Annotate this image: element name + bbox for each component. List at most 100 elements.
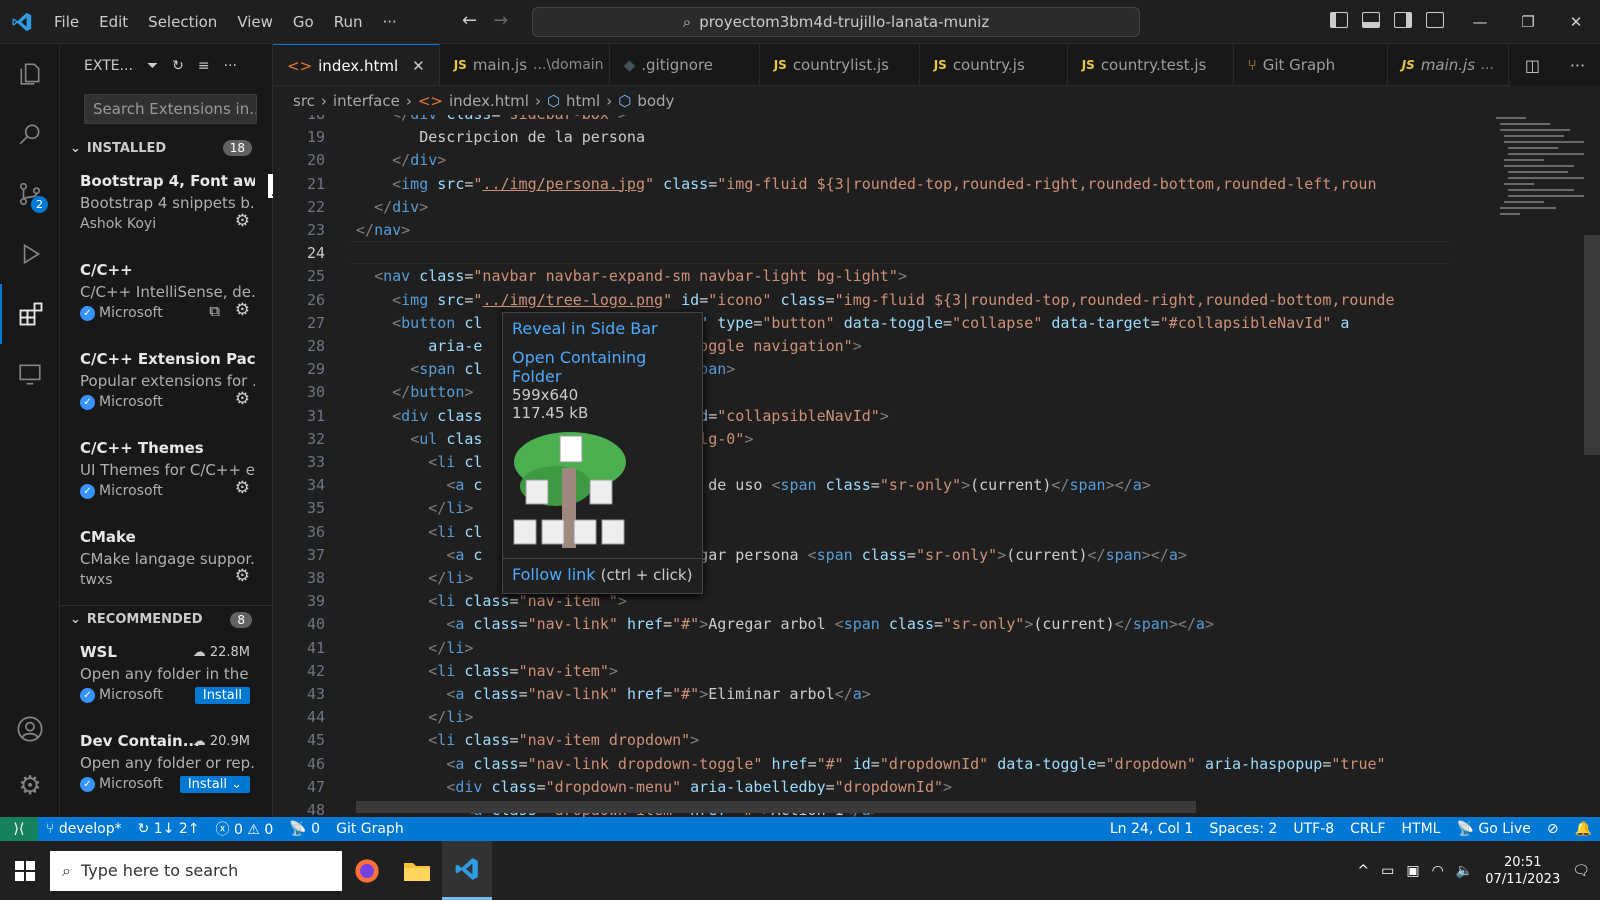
menu-run[interactable]: Run [324,13,373,31]
tab-label: Git Graph [1262,56,1336,74]
breadcrumb-item[interactable]: src [293,92,315,110]
tab-countrylist-js[interactable]: JS countrylist.js [760,44,920,85]
search-view-icon[interactable] [0,104,60,164]
manage-gear-icon[interactable]: ⚙ [235,300,250,320]
extension-item[interactable]: Bootstrap 4, Font aw... Bootstrap 4 snip… [60,162,272,251]
breadcrumb-item[interactable]: html [566,92,600,110]
tab-main-js[interactable]: JS main.js ...\domain [440,44,610,85]
menu-selection[interactable]: Selection [138,13,227,31]
extensions-icon[interactable] [0,284,60,344]
source-control-icon[interactable]: 2 [0,164,60,224]
command-center[interactable]: ⌕ proyectom3bm4d-trujillo-lanata-muniz [532,7,1140,37]
go-live-button[interactable]: 📡 Go Live [1448,821,1538,837]
refresh-icon[interactable]: ↻ [172,58,184,74]
extension-item[interactable]: Dev Contain... ☁ 20.9M Open any folder o… [60,722,272,811]
menu-go[interactable]: Go [283,13,324,31]
reveal-in-sidebar-link[interactable]: Reveal in Side Bar [512,319,693,338]
extension-item[interactable]: WSL ☁ 22.8M Open any folder in the ... ✓… [60,633,272,722]
tab-country-test-js[interactable]: JS country.test.js [1068,44,1234,85]
copilot-icon[interactable]: ⊘ [1539,821,1567,837]
vscode-taskbar-icon[interactable] [442,841,492,900]
tab-index-html[interactable]: <> index.html ✕ [273,44,440,85]
forward-arrow-icon[interactable]: → [493,10,508,31]
ports-status[interactable]: 📡 0 [281,821,328,837]
extension-item[interactable]: C/C++ Extension Pack Popular extensions … [60,340,272,429]
problems-status[interactable]: ⓧ 0 ⚠ 0 [208,819,282,839]
battery-icon[interactable]: ▭ [1381,863,1394,879]
manage-gear-icon[interactable]: ⚙ [235,211,250,231]
vertical-scrollbar[interactable] [1584,115,1600,833]
close-tab-icon[interactable]: ✕ [412,57,425,75]
explorer-icon[interactable] [0,44,60,104]
restore-icon[interactable]: ❐ [1504,0,1552,44]
wifi-icon[interactable]: ◠ [1432,863,1444,879]
install-button[interactable]: Install ⌄ [179,776,250,793]
split-editor-icon[interactable]: ◫ [1525,56,1540,75]
menu-view[interactable]: View [227,13,283,31]
remote-indicator-icon[interactable]: ⟩⟨ [0,817,38,841]
open-containing-folder-link[interactable]: Open Containing Folder [512,348,693,386]
more-actions-icon[interactable]: ··· [1570,56,1585,75]
line-number: 45 [306,731,325,750]
breadcrumb-item[interactable]: body [637,92,674,110]
remote-explorer-icon[interactable] [0,344,60,404]
extensions-search-input[interactable]: Search Extensions in... [84,94,257,124]
manage-gear-icon[interactable]: ⚙ [235,389,250,409]
install-button[interactable]: Install [194,687,250,704]
tab-git-graph[interactable]: ⑂ Git Graph [1234,44,1388,85]
windows-start-icon[interactable] [0,860,50,881]
toggle-panel-icon[interactable] [1362,12,1380,28]
more-actions-icon[interactable]: ··· [224,58,237,74]
file-explorer-icon[interactable] [392,841,442,900]
git-graph-status[interactable]: Git Graph [328,821,412,837]
tray-chevron-icon[interactable]: ^ [1357,863,1369,879]
line-number: 30 [306,383,325,402]
manage-gear-icon[interactable]: ⚙ [235,478,250,498]
code-editor[interactable]: 18 19 20 21 22 23 24 25 26 27 28 29 30 31 32 33 34 35 36 37… [273,115,1600,833]
notifications-bell-icon[interactable]: 🔔 [1567,821,1600,837]
eol-status[interactable]: CRLF [1342,821,1393,837]
tab-main-js-preview[interactable]: JS main.js ... [1388,44,1510,85]
branch-status[interactable]: ⑂ develop* [38,821,130,837]
tab-gitignore[interactable]: ◆ .gitignore [610,44,760,85]
recommended-section-header[interactable]: ⌄ RECOMMENDED 8 [60,605,272,633]
manage-gear-icon[interactable]: ⚙ [235,566,250,586]
cursor-position[interactable]: Ln 24, Col 1 [1102,821,1201,837]
filter-icon[interactable]: ⏷ [147,58,158,74]
language-mode[interactable]: HTML [1394,821,1449,837]
installed-section-header[interactable]: ⌄ INSTALLED 18 [60,134,272,162]
clock[interactable]: 20:51 07/11/2023 [1485,854,1560,888]
breadcrumb-item[interactable]: interface [333,92,400,110]
extension-item[interactable]: C/C++ C/C++ IntelliSense, de... ✓ Microso… [60,251,272,340]
toggle-primary-sidebar-icon[interactable] [1330,12,1348,28]
tab-country-js[interactable]: JS country.js [920,44,1068,85]
clear-icon[interactable]: ≡ [198,58,210,74]
menu-edit[interactable]: Edit [89,13,138,31]
notification-center-icon[interactable]: 🗨 [1572,863,1590,879]
run-debug-icon[interactable] [0,224,60,284]
back-arrow-icon[interactable]: ← [462,10,477,31]
toggle-secondary-sidebar-icon[interactable] [1394,12,1412,28]
volume-icon[interactable]: 🔈 [1456,863,1473,879]
workspace-toggle-icon[interactable]: ⧉ [209,302,220,320]
manage-gear-icon[interactable]: ⚙ [0,756,60,816]
taskbar-search[interactable]: ⌕ Type here to search [50,850,342,891]
extension-item[interactable]: C/C++ Themes UI Themes for C/C++ e... ✓ M… [60,429,272,518]
extension-item[interactable]: CMake CMake langage suppor... twxs ⚙ [60,518,272,588]
accounts-icon[interactable] [0,699,60,759]
minimap[interactable] [1494,115,1584,235]
breadcrumb-item[interactable]: index.html [449,92,529,110]
minimize-icon[interactable]: — [1456,0,1504,44]
device-icon[interactable]: ▣ [1406,863,1419,879]
customize-layout-icon[interactable] [1426,12,1444,28]
close-window-icon[interactable]: ✕ [1552,0,1600,44]
horizontal-scrollbar[interactable] [356,801,1196,813]
firefox-icon[interactable] [342,841,392,900]
menu-more[interactable]: ··· [373,13,407,31]
follow-link[interactable]: Follow link [512,565,596,584]
indentation-status[interactable]: Spaces: 2 [1201,821,1285,837]
encoding-status[interactable]: UTF-8 [1285,821,1342,837]
line-number: 28 [306,337,325,355]
menu-file[interactable]: File [44,13,89,31]
sync-status[interactable]: ↻ 1↓ 2↑ [130,821,208,837]
